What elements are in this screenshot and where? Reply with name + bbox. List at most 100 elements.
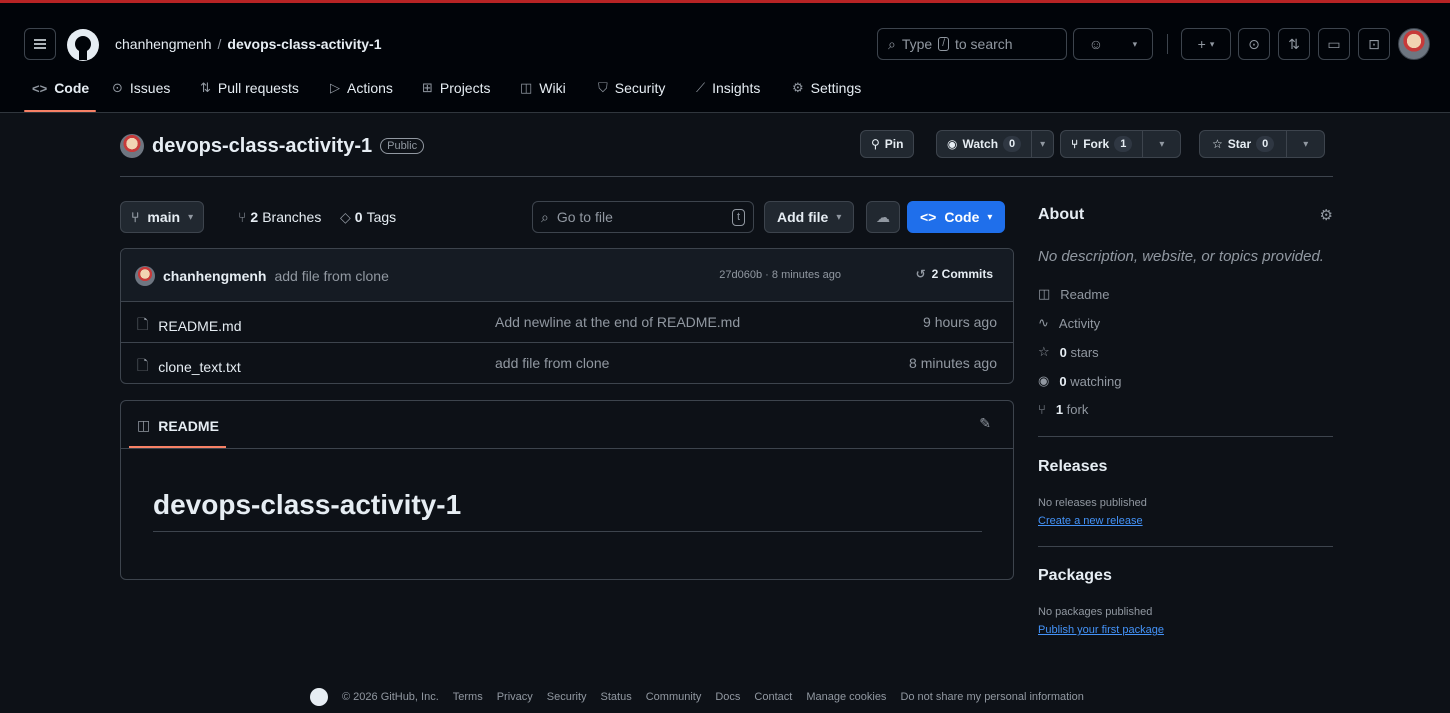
tab-code[interactable]: <> Code (32, 80, 89, 96)
star-button[interactable]: ☆ Star 0 ▾ (1199, 130, 1326, 158)
create-new-button[interactable]: + ▾ (1181, 28, 1231, 60)
watch-count: 0 (1003, 136, 1022, 152)
gear-icon[interactable]: ⚙ (1320, 206, 1333, 224)
pull-request-icon: ⇅ (200, 80, 211, 95)
fork-button[interactable]: ⑂ Fork 1 ▾ (1060, 130, 1182, 158)
code-icon: <> (920, 209, 937, 225)
tab-settings[interactable]: ⚙ Settings (792, 80, 861, 96)
activity-link-label: Activity (1058, 315, 1101, 331)
search-shortcut: / (938, 37, 949, 51)
commits-link[interactable]: ↺ 2 Commits (916, 267, 993, 281)
go-to-file-input[interactable]: ⌕ Go to file t (532, 201, 754, 233)
tab-label: Actions (347, 80, 393, 96)
footer-link-contact[interactable]: Contact (754, 691, 792, 703)
commits-label: 2 Commits (931, 267, 993, 281)
chevron-down-icon[interactable]: ▾ (1286, 131, 1324, 157)
sidebar-divider (1038, 436, 1333, 437)
file-commit-message[interactable]: Add newline at the end of README.md (495, 314, 740, 330)
plus-icon: + (1197, 36, 1206, 52)
shield-icon: ⛉ (598, 80, 608, 95)
github-logo[interactable] (66, 28, 100, 62)
create-release-link[interactable]: Create a new release (1038, 515, 1143, 527)
add-file-button[interactable]: Add file ▾ (764, 201, 855, 233)
activity-link[interactable]: ∿ Activity (1038, 315, 1100, 331)
footer-link-status[interactable]: Status (601, 691, 632, 703)
inbox-button[interactable]: ⊡ (1358, 28, 1390, 60)
file-name[interactable]: clone_text.txt (158, 359, 241, 375)
footer-link-privacy[interactable]: Privacy (497, 691, 533, 703)
go-to-file-placeholder: Go to file (556, 209, 613, 225)
tab-label: Insights (712, 80, 761, 96)
tab-label: Settings (810, 80, 862, 96)
file-commit-message[interactable]: add file from clone (495, 355, 609, 371)
footer-link-terms[interactable]: Terms (453, 691, 483, 703)
pulse-icon: ∿ (1038, 315, 1049, 330)
code-button[interactable]: <> Code ▾ (907, 201, 1006, 233)
releases-empty: No releases published (1038, 497, 1147, 509)
issue-icon: ⊙ (1248, 35, 1260, 52)
add-file-label: Add file (777, 209, 829, 225)
stars-link[interactable]: ☆ 0 stars (1038, 344, 1099, 360)
search-prefix: Type (901, 36, 933, 52)
packages-title[interactable]: Packages (1038, 567, 1112, 585)
footer-link-do-not-share[interactable]: Do not share my personal information (900, 691, 1083, 703)
github-logo-icon[interactable] (310, 688, 328, 706)
tab-wiki[interactable]: ◫ Wiki (520, 80, 566, 96)
branches-link[interactable]: ⑂ 2 Branches (238, 201, 321, 233)
pull-requests-button[interactable]: ⇅ (1278, 28, 1310, 60)
tab-security[interactable]: ⛉ Security (598, 80, 665, 96)
tab-pull-requests[interactable]: ⇅ Pull requests (200, 80, 299, 96)
chevron-down-icon[interactable]: ▾ (1031, 131, 1053, 157)
play-icon: ▷ (330, 80, 340, 95)
user-avatar[interactable] (1398, 28, 1430, 60)
tab-insights[interactable]: ⟋ Insights (696, 80, 760, 96)
footer-link-community[interactable]: Community (646, 691, 702, 703)
commit-meta[interactable]: 27d060b · 8 minutes ago (719, 269, 841, 281)
watching-link[interactable]: ◉ 0 watching (1038, 373, 1122, 389)
file-icon: 🗋 (137, 357, 149, 373)
branch-selector[interactable]: ⑂ main ▾ (120, 201, 205, 233)
repositories-button[interactable]: ▭ (1318, 28, 1350, 60)
chevron-down-icon[interactable]: ▾ (1142, 131, 1180, 157)
forks-link[interactable]: ⑂ 1 fork (1038, 402, 1088, 417)
file-name[interactable]: README.md (158, 318, 241, 334)
table-row[interactable]: 🗋 README.md Add newline at the end of REA… (121, 302, 1013, 343)
fork-count: 1 (1114, 136, 1133, 152)
code-icon: <> (32, 80, 48, 96)
tab-issues[interactable]: ⊙ Issues (112, 80, 170, 96)
breadcrumb-repo[interactable]: devops-class-activity-1 (227, 36, 381, 52)
stars-label: stars (1070, 344, 1099, 360)
footer-link-manage-cookies[interactable]: Manage cookies (806, 691, 886, 703)
global-search[interactable]: ⌕ Type / to search (877, 28, 1067, 60)
commit-message[interactable]: add file from clone (274, 268, 388, 284)
branch-name: main (147, 209, 181, 225)
tags-link[interactable]: ◇ 0 Tags (340, 201, 396, 233)
chevron-down-icon: ▾ (1132, 38, 1138, 49)
repo-name[interactable]: devops-class-activity-1 (152, 135, 372, 158)
pencil-icon[interactable]: ✎ (979, 415, 991, 432)
tab-actions[interactable]: ▷ Actions (330, 80, 393, 96)
search-icon: ⌕ (541, 208, 549, 225)
releases-title[interactable]: Releases (1038, 458, 1107, 476)
watch-label: Watch (962, 137, 999, 151)
issues-button[interactable]: ⊙ (1238, 28, 1270, 60)
publish-package-link[interactable]: Publish your first package (1038, 624, 1164, 636)
active-tab-underline (24, 110, 96, 112)
breadcrumb-owner[interactable]: chanhengmenh (115, 36, 212, 52)
table-row[interactable]: 🗋 clone_text.txt add file from clone 8 mi… (121, 343, 1013, 383)
copilot-button[interactable]: ☺ ▾ (1073, 28, 1153, 60)
tab-label: Security (614, 80, 666, 96)
pin-button[interactable]: ⚲ Pin (860, 130, 915, 158)
footer-link-security[interactable]: Security (547, 691, 587, 703)
footer-copyright: © 2026 GitHub, Inc. (342, 691, 439, 703)
codespaces-button[interactable]: ☁ (866, 201, 900, 233)
footer-link-docs[interactable]: Docs (715, 691, 740, 703)
readme-link[interactable]: ◫ Readme (1038, 286, 1109, 302)
pull-request-icon: ⇅ (1288, 35, 1300, 52)
readme-tab[interactable]: ◫ README (137, 417, 219, 434)
menu-button[interactable] (24, 28, 56, 60)
watch-button[interactable]: ◉ Watch 0 ▾ (936, 130, 1055, 158)
commit-author-avatar[interactable] (135, 266, 155, 286)
commit-author-name[interactable]: chanhengmenh (163, 268, 266, 284)
tab-projects[interactable]: ⊞ Projects (422, 80, 490, 96)
